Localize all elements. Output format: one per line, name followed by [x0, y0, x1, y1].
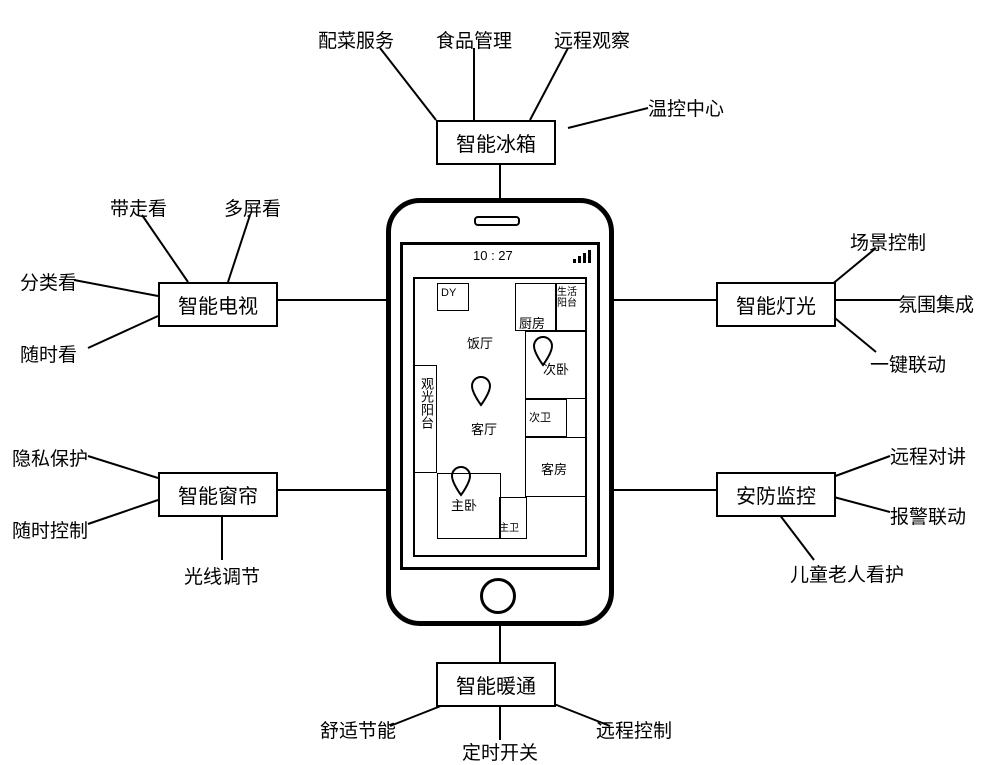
leaf-tv-0: 带走看	[110, 194, 167, 221]
leaf-fridge-0: 配菜服务	[318, 26, 394, 53]
leaf-tv-1: 多屏看	[224, 194, 281, 221]
home-button[interactable]	[480, 578, 516, 614]
pin-icon[interactable]	[469, 375, 493, 409]
node-tv: 智能电视	[158, 282, 278, 327]
leaf-curtain-1: 随时控制	[12, 516, 88, 543]
leaf-hvac-0: 舒适节能	[320, 716, 396, 743]
leaf-tv-3: 随时看	[20, 340, 77, 367]
leaf-tv-2: 分类看	[20, 268, 77, 295]
leaf-hvac-2: 远程控制	[596, 716, 672, 743]
room-secondary-bath: 次卫	[529, 409, 551, 425]
leaf-light-2: 一键联动	[870, 350, 946, 377]
room-balcony-view: 观光阳台	[417, 377, 436, 429]
room-guest: 客房	[541, 459, 567, 478]
leaf-security-2: 儿童老人看护	[790, 560, 904, 587]
leaf-fridge-3: 温控中心	[648, 94, 724, 121]
node-light: 智能灯光	[716, 282, 836, 327]
room-kitchen: 厨房	[519, 313, 545, 332]
leaf-light-1: 氛围集成	[898, 290, 974, 317]
room-life-balcony: 生活阳台	[557, 287, 583, 309]
signal-icon	[573, 250, 591, 264]
leaf-security-0: 远程对讲	[890, 442, 966, 469]
node-curtain: 智能窗帘	[158, 472, 278, 517]
pin-icon[interactable]	[449, 465, 473, 499]
room-living: 客厅	[471, 419, 497, 438]
room-dy: DY	[441, 287, 456, 299]
leaf-curtain-0: 隐私保护	[12, 444, 88, 471]
phone-speaker	[474, 216, 520, 226]
node-security: 安防监控	[716, 472, 836, 517]
room-dining: 饭厅	[467, 333, 493, 352]
room-master-bath: 主卫	[499, 519, 519, 534]
leaf-light-0: 场景控制	[850, 228, 926, 255]
status-time: 10 : 27	[473, 248, 513, 263]
phone-device: 10 : 27 观光阳台 DY 饭厅	[386, 198, 614, 626]
pin-icon[interactable]	[531, 335, 555, 369]
phone-screen[interactable]: 10 : 27 观光阳台 DY 饭厅	[400, 242, 600, 570]
leaf-fridge-1: 食品管理	[436, 26, 512, 53]
leaf-curtain-2: 光线调节	[184, 562, 260, 589]
leaf-security-1: 报警联动	[890, 502, 966, 529]
floorplan[interactable]: 观光阳台 DY 饭厅 厨房 生活阳台 次卧 客厅 次卫	[413, 277, 587, 557]
leaf-fridge-2: 远程观察	[554, 26, 630, 53]
leaf-hvac-1: 定时开关	[462, 738, 538, 765]
node-hvac: 智能暖通	[436, 662, 556, 707]
node-fridge: 智能冰箱	[436, 120, 556, 165]
